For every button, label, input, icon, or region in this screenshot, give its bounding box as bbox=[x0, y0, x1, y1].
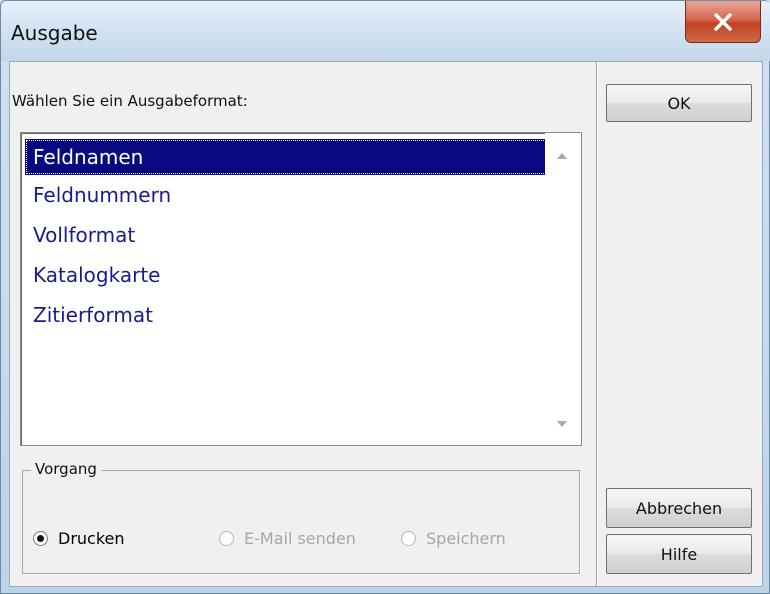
radio-email-circle[interactable] bbox=[219, 531, 234, 546]
ok-button[interactable]: OK bbox=[606, 84, 752, 122]
help-button[interactable]: Hilfe bbox=[606, 534, 752, 574]
vertical-divider bbox=[596, 62, 598, 586]
radio-email-senden[interactable]: E-Mail senden bbox=[219, 529, 356, 548]
close-icon bbox=[714, 12, 732, 31]
cancel-button[interactable]: Abbrechen bbox=[606, 488, 752, 528]
close-button[interactable] bbox=[685, 1, 761, 43]
radio-speichern[interactable]: Speichern bbox=[401, 529, 506, 548]
radio-drucken-circle[interactable] bbox=[33, 531, 48, 546]
window-title: Ausgabe bbox=[11, 21, 98, 45]
list-item-zitierformat[interactable]: Zitierformat bbox=[25, 297, 547, 333]
scroll-up-arrow-icon[interactable] bbox=[557, 153, 567, 159]
format-listbox[interactable]: Feldnamen Feldnummern Vollformat Katalog… bbox=[20, 132, 582, 446]
output-dialog-window: Ausgabe Wählen Sie ein Ausgabeformat: Fe… bbox=[0, 0, 770, 594]
radio-drucken[interactable]: Drucken bbox=[33, 529, 125, 548]
list-item-vollformat[interactable]: Vollformat bbox=[25, 217, 547, 253]
list-item-katalogkarte[interactable]: Katalogkarte bbox=[25, 257, 547, 293]
radio-email-label: E-Mail senden bbox=[244, 529, 356, 548]
list-item-feldnummern[interactable]: Feldnummern bbox=[25, 177, 547, 213]
action-group-label: Vorgang bbox=[31, 460, 101, 478]
list-item-feldnamen[interactable]: Feldnamen bbox=[25, 139, 547, 175]
radio-speichern-label: Speichern bbox=[426, 529, 506, 548]
scroll-down-arrow-icon[interactable] bbox=[557, 421, 567, 427]
format-prompt-label: Wählen Sie ein Ausgabeformat: bbox=[12, 92, 248, 110]
radio-speichern-circle[interactable] bbox=[401, 531, 416, 546]
title-bar[interactable]: Ausgabe bbox=[1, 1, 770, 61]
list-scrollbar[interactable] bbox=[545, 133, 581, 445]
action-groupbox: Vorgang Drucken E-Mail senden Speichern bbox=[22, 460, 580, 574]
radio-drucken-label: Drucken bbox=[58, 529, 125, 548]
dialog-body: Wählen Sie ein Ausgabeformat: Feldnamen … bbox=[9, 61, 763, 587]
